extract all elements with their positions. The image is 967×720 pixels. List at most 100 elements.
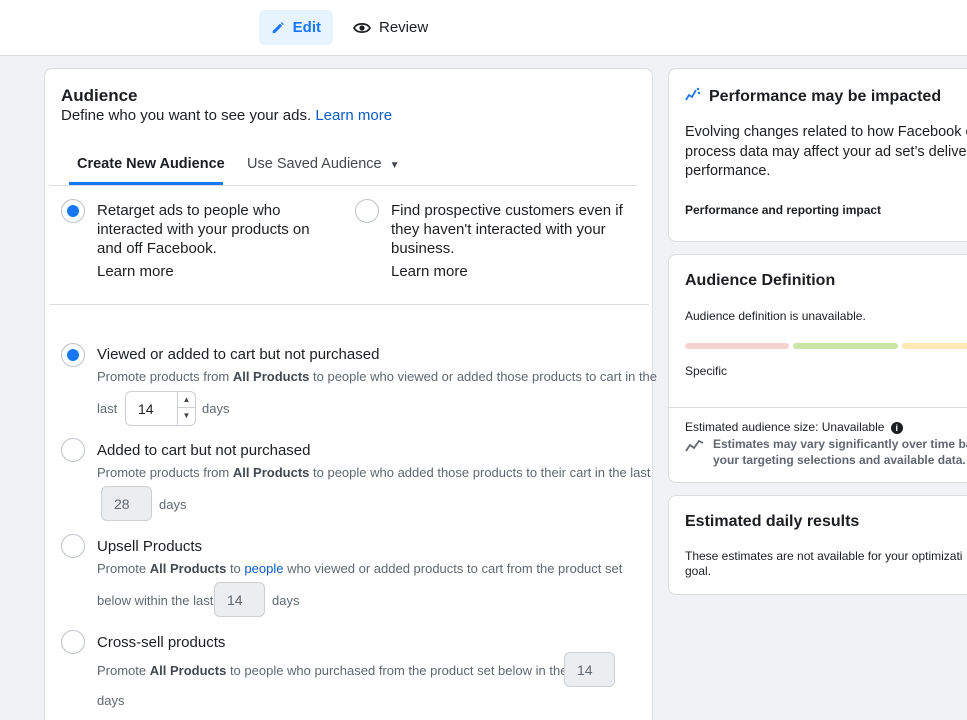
retarget-learn-more-link[interactable]: Learn more — [97, 263, 174, 280]
note-line: Estimates may vary significantly over ti… — [713, 437, 967, 451]
option-upsell-suffix: days — [272, 593, 300, 608]
desc-text: to people who added those products to th… — [309, 465, 651, 480]
option-viewed-added-prefix: last — [97, 401, 118, 416]
audience-title: Audience — [61, 86, 138, 105]
tab-use-saved-audience[interactable]: Use Saved Audience ▼ — [247, 156, 400, 172]
review-tab-button[interactable]: Review — [341, 10, 441, 45]
daily-results-line: These estimates are not available for yo… — [685, 549, 963, 563]
option-upsell-prefix: below within the last — [97, 593, 214, 608]
prospective-radio[interactable] — [355, 199, 379, 223]
choices-divider — [49, 304, 649, 305]
option-upsell-description: Promote All Products to people who viewe… — [97, 561, 622, 576]
retarget-radio[interactable] — [61, 199, 85, 223]
daily-results-line: goal. — [685, 564, 712, 578]
cross-sell-days-value: 14 — [577, 661, 593, 678]
retarget-label-line-3: and off Facebook. — [97, 240, 217, 257]
audience-learn-more-link[interactable]: Learn more — [315, 107, 392, 124]
option-upsell-radio[interactable] — [61, 534, 85, 558]
option-cross-sell-radio[interactable] — [61, 630, 85, 654]
option-cross-sell-description: Promote All Products to people who purch… — [97, 663, 591, 678]
meter-segment-middle — [793, 343, 898, 349]
audience-definition-title: Audience Definition — [685, 272, 836, 289]
desc-text: to — [226, 561, 245, 576]
added-cart-days-value: 28 — [114, 495, 130, 512]
stepper-up-icon[interactable]: ▲ — [178, 392, 195, 408]
added-cart-days-input[interactable]: 28 — [101, 486, 152, 521]
performance-body-line: process data may affect your ad set’s de… — [685, 143, 967, 160]
audience-estimate-note: Estimates may vary significantly over ti… — [713, 436, 967, 468]
audience-definition-status: Audience definition is unavailable. — [685, 309, 866, 323]
option-added-cart-suffix: days — [159, 497, 187, 512]
option-viewed-added-label: Viewed or added to cart but not purchase… — [97, 346, 380, 363]
prospective-label: Find prospective customers even if they … — [391, 201, 623, 258]
days-stepper[interactable]: ▲ ▼ — [177, 392, 195, 425]
retarget-label-line-1: Retarget ads to people who — [97, 202, 281, 219]
daily-results-body: These estimates are not available for yo… — [685, 549, 962, 579]
prospective-learn-more-link[interactable]: Learn more — [391, 263, 468, 280]
top-bar: Edit Review — [0, 0, 967, 56]
desc-text: Promote products from — [97, 465, 233, 480]
option-cross-sell-suffix: days — [97, 693, 125, 708]
performance-reporting-link[interactable]: Performance and reporting impact — [685, 203, 881, 217]
prospective-label-line-1: Find prospective customers even if — [391, 202, 623, 219]
retarget-label: Retarget ads to people who interacted wi… — [97, 201, 310, 258]
tab-create-new-audience[interactable]: Create New Audience — [77, 156, 225, 172]
performance-body-line: Evolving changes related to how Facebook… — [685, 124, 967, 140]
audience-definition-divider — [669, 407, 967, 408]
desc-text: Promote — [97, 561, 150, 576]
estimated-audience-size-text: Estimated audience size: Unavailable — [685, 420, 885, 434]
meter-segment-broad — [902, 343, 967, 349]
audience-definition-card: Audience Definition Audience definition … — [668, 254, 967, 483]
edit-tab-button[interactable]: Edit — [259, 10, 333, 45]
retarget-label-line-2: interacted with your products on — [97, 221, 310, 238]
audience-description-text: Define who you want to see your ads. — [61, 107, 312, 124]
tabs-divider — [49, 185, 637, 186]
desc-text: Promote — [97, 663, 150, 678]
desc-text: who viewed or added products to cart fro… — [283, 561, 623, 576]
pencil-icon — [272, 21, 284, 33]
performance-title: Performance may be impacted — [709, 88, 942, 105]
fluctuation-icon — [685, 439, 704, 452]
review-tab-label: Review — [379, 19, 429, 36]
trend-chart-icon — [685, 87, 701, 101]
note-line: your targeting selections and available … — [713, 453, 966, 467]
audience-description: Define who you want to see your ads. Lea… — [61, 107, 392, 124]
performance-body: Evolving changes related to how Facebook… — [685, 123, 967, 182]
option-added-cart-radio[interactable] — [61, 438, 85, 462]
option-cross-sell-label: Cross-sell products — [97, 634, 226, 651]
desc-text: to people who purchased from the product… — [226, 663, 592, 678]
eye-icon — [353, 22, 371, 33]
stepper-down-icon[interactable]: ▼ — [178, 408, 195, 424]
daily-results-card: Estimated daily results These estimates … — [668, 495, 967, 595]
info-icon[interactable]: i — [890, 422, 903, 434]
option-viewed-added-description: Promote products from All Products to pe… — [97, 369, 657, 384]
prospective-label-line-3: business. — [391, 240, 455, 257]
edit-tab-label: Edit — [292, 19, 321, 36]
viewed-added-days-input[interactable]: 14 ▲ ▼ — [125, 391, 196, 426]
option-added-cart-description: Promote products from All Products to pe… — [97, 465, 651, 480]
desc-text: Promote products from — [97, 369, 233, 384]
desc-bold: All Products — [232, 369, 310, 384]
audience-card: Audience Define who you want to see your… — [44, 68, 657, 720]
meter-label-specific: Specific — [685, 364, 728, 378]
tab-use-saved-audience-label: Use Saved Audience — [247, 156, 382, 172]
upsell-days-value: 14 — [227, 591, 243, 608]
option-viewed-added-radio[interactable] — [61, 343, 85, 367]
option-upsell-label: Upsell Products — [97, 538, 203, 555]
daily-results-title: Estimated daily results — [685, 513, 860, 530]
prospective-label-line-2: they haven't interacted with your — [391, 221, 606, 238]
caret-down-icon: ▼ — [389, 160, 400, 171]
people-link[interactable]: people — [244, 561, 283, 576]
estimated-audience-size: Estimated audience size: Unavailable i — [685, 420, 903, 434]
meter-segment-specific — [685, 343, 789, 349]
desc-bold: All Products — [232, 465, 310, 480]
desc-bold: All Products — [149, 663, 227, 678]
option-viewed-added-suffix: days — [202, 401, 230, 416]
viewed-added-days-value: 14 — [138, 400, 154, 417]
option-added-cart-label: Added to cart but not purchased — [97, 442, 311, 459]
desc-bold: All Products — [149, 561, 227, 576]
performance-body-line: performance. — [685, 163, 771, 179]
desc-text: to people who viewed or added those prod… — [309, 369, 658, 384]
upsell-days-input[interactable]: 14 — [214, 582, 265, 617]
cross-sell-days-input[interactable]: 14 — [564, 652, 615, 687]
